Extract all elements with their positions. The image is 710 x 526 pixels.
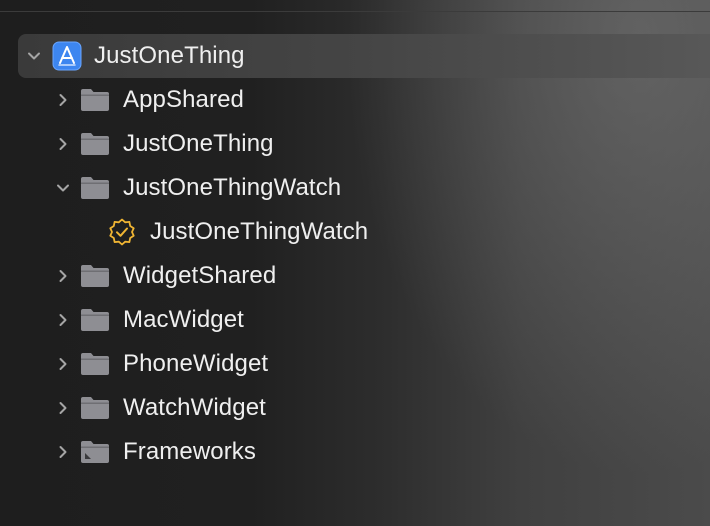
tree-item-appshared[interactable]: AppShared	[18, 78, 710, 122]
chevron-right-icon[interactable]	[55, 268, 71, 284]
tree-item-watch-app-target[interactable]: JustOneThingWatch	[18, 210, 710, 254]
folder-icon	[80, 307, 110, 333]
folder-icon	[80, 87, 110, 113]
tree-item-label: JustOneThingWatch	[150, 218, 369, 245]
tree-item-watchwidget[interactable]: WatchWidget	[18, 386, 710, 430]
folder-icon	[80, 131, 110, 157]
tree-item-label: AppShared	[123, 86, 244, 113]
chevron-right-icon[interactable]	[55, 312, 71, 328]
frameworks-folder-icon	[80, 439, 110, 465]
chevron-right-icon[interactable]	[55, 444, 71, 460]
chevron-right-icon[interactable]	[55, 356, 71, 372]
tree-item-label: PhoneWidget	[123, 350, 269, 377]
project-navigator-tree: JustOneThing AppShared JustOneThing Just…	[18, 34, 710, 474]
top-divider	[0, 0, 710, 12]
tree-item-macwidget[interactable]: MacWidget	[18, 298, 710, 342]
xcode-project-icon	[52, 41, 82, 71]
folder-icon	[80, 175, 110, 201]
tree-item-justonethingwatch[interactable]: JustOneThingWatch	[18, 166, 710, 210]
chevron-right-icon[interactable]	[55, 92, 71, 108]
chevron-down-icon[interactable]	[26, 48, 42, 64]
folder-icon	[80, 395, 110, 421]
tree-item-label: JustOneThing	[123, 130, 274, 157]
tree-item-label: Frameworks	[123, 438, 257, 465]
chevron-right-icon[interactable]	[55, 136, 71, 152]
tree-item-frameworks[interactable]: Frameworks	[18, 430, 710, 474]
project-root-label: JustOneThing	[94, 42, 245, 69]
tree-item-label: JustOneThingWatch	[123, 174, 342, 201]
chevron-right-icon[interactable]	[55, 400, 71, 416]
folder-icon	[80, 263, 110, 289]
tree-item-label: WatchWidget	[123, 394, 266, 421]
tree-item-label: MacWidget	[123, 306, 244, 333]
tree-item-widgetshared[interactable]: WidgetShared	[18, 254, 710, 298]
watch-app-badge-icon	[108, 218, 136, 246]
project-root-row[interactable]: JustOneThing	[18, 34, 710, 78]
chevron-down-icon[interactable]	[55, 180, 71, 196]
folder-icon	[80, 351, 110, 377]
tree-item-label: WidgetShared	[123, 262, 277, 289]
tree-item-justonething[interactable]: JustOneThing	[18, 122, 710, 166]
tree-item-phonewidget[interactable]: PhoneWidget	[18, 342, 710, 386]
